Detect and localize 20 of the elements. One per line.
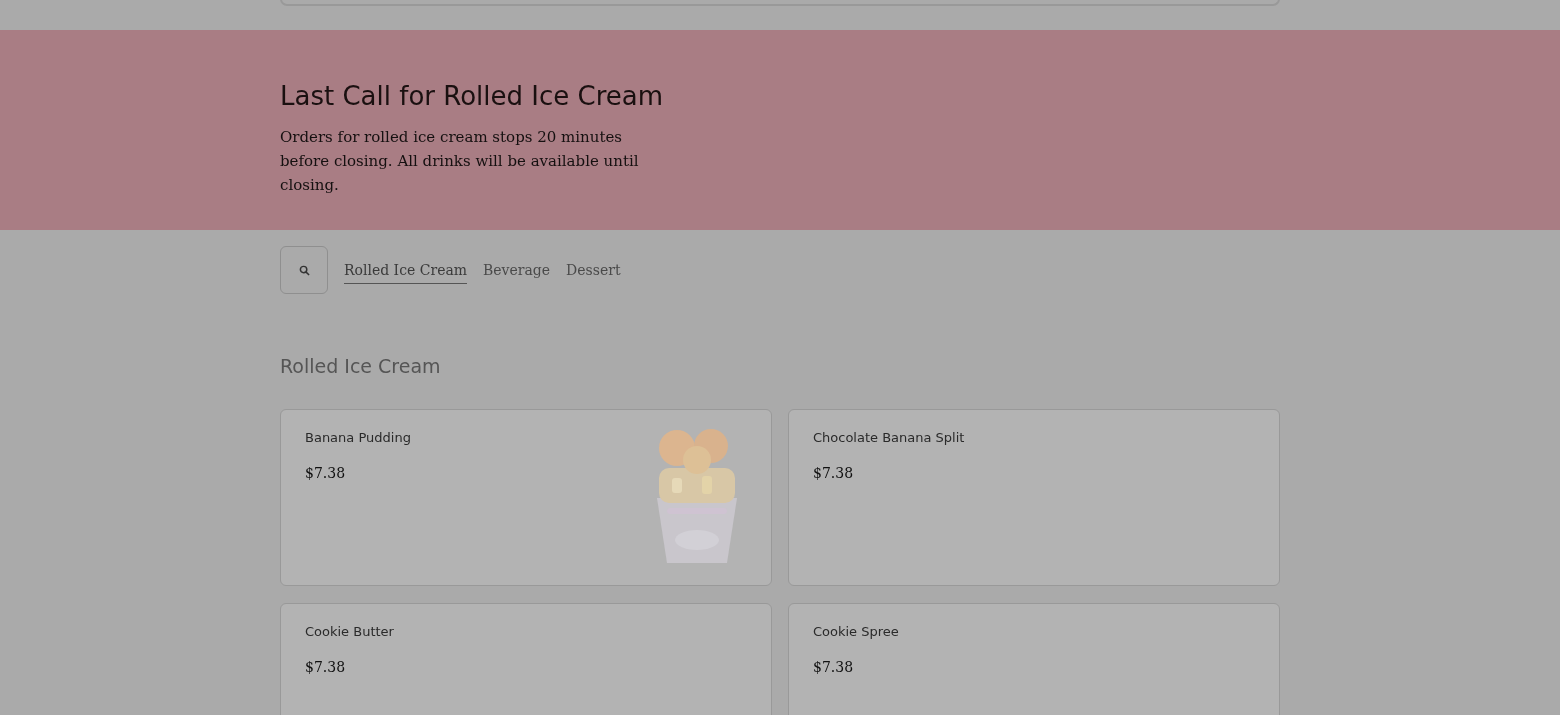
banner-title: Last Call for Rolled Ice Cream <box>280 80 664 113</box>
menu-item-card[interactable]: Banana Pudding $7.38 <box>280 408 772 586</box>
category-tab[interactable]: Rolled Ice Cream <box>344 259 468 284</box>
item-price: $7.38 <box>305 464 347 483</box>
item-price: $7.38 <box>813 658 855 677</box>
banner-text: Orders for rolled ice cream stops 20 minutes before closing. All drinks will be available until closing. <box>280 126 640 196</box>
item-price: $7.38 <box>305 658 347 677</box>
search-button[interactable] <box>280 246 328 294</box>
item-name: Banana Pudding <box>305 428 411 447</box>
category-tab[interactable]: Dessert <box>566 259 621 284</box>
menu-item-card[interactable]: Cookie Spree $7.38 <box>788 602 1280 715</box>
section-title: Rolled Ice Cream <box>280 354 442 379</box>
search-icon <box>298 264 310 276</box>
item-price: $7.38 <box>813 464 855 483</box>
category-tab[interactable]: Beverage <box>483 259 551 284</box>
menu-item-card[interactable]: Cookie Butter $7.38 <box>280 602 772 715</box>
item-name: Cookie Spree <box>813 622 899 641</box>
item-name: Cookie Butter <box>305 622 394 641</box>
menu-item-card[interactable]: Chocolate Banana Split $7.38 <box>788 408 1280 586</box>
item-name: Chocolate Banana Split <box>813 428 965 447</box>
